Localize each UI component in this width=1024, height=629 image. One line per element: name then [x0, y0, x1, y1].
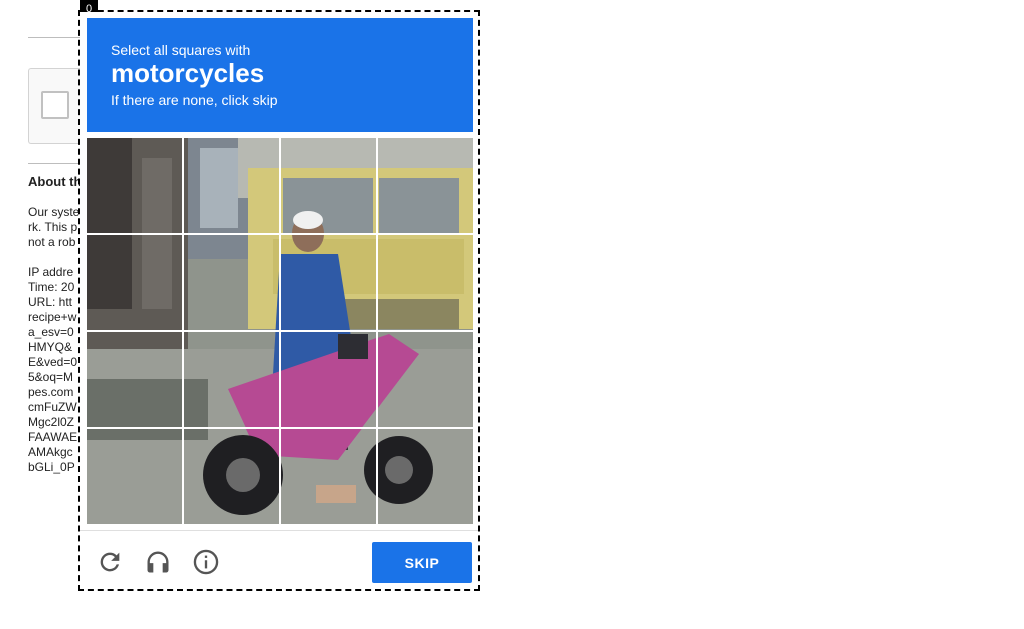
instruction-text: Select all squares with [111, 42, 251, 58]
headphones-icon[interactable] [144, 548, 172, 576]
background-text-line: a_esv=0 [28, 325, 74, 339]
background-text-line: not a rob [28, 235, 76, 249]
grid-tile[interactable] [184, 429, 279, 524]
background-text-line: Time: 20 [28, 280, 75, 294]
grid-tile[interactable] [281, 429, 376, 524]
target-object: motorcycles [111, 58, 265, 88]
background-text-line: FAAWAE [28, 430, 78, 444]
recaptcha-checkbox[interactable] [41, 91, 69, 119]
about-heading: About th [28, 174, 82, 189]
background-text-line: AMAkgc [28, 445, 73, 459]
grid-tile[interactable] [378, 138, 473, 233]
grid-tile[interactable] [378, 429, 473, 524]
captcha-challenge: Select all squares with motorcycles If t… [80, 12, 478, 589]
image-grid [87, 138, 473, 524]
background-text-line: IP addre [28, 265, 74, 279]
grid-tile[interactable] [87, 332, 182, 427]
info-icon[interactable] [192, 548, 220, 576]
grid-tile[interactable] [378, 235, 473, 330]
background-text-line: Our syste [28, 205, 80, 219]
grid-tile[interactable] [184, 332, 279, 427]
skip-button[interactable]: SKIP [372, 542, 472, 583]
background-text-line: cmFuZW [28, 400, 77, 414]
grid-tile[interactable] [378, 332, 473, 427]
grid-tile[interactable] [87, 138, 182, 233]
grid-tile[interactable] [281, 332, 376, 427]
background-text-line: 5&oq=M [28, 370, 74, 384]
background-text-line: E&ved=0 [28, 355, 78, 369]
grid-tile[interactable] [281, 235, 376, 330]
background-text-line: pes.com [28, 385, 74, 399]
grid-tile[interactable] [184, 138, 279, 233]
reload-icon[interactable] [96, 548, 124, 576]
background-text-line: rk. This p [28, 220, 78, 234]
background-text-line: bGLi_0P [28, 460, 75, 474]
grid-tile[interactable] [87, 235, 182, 330]
skip-hint: If there are none, click skip [111, 92, 278, 108]
background-text-line: Mgc2l0Z [28, 415, 75, 429]
background-text-line: HMYQ& [28, 340, 73, 354]
grid-tile[interactable] [184, 235, 279, 330]
challenge-header: Select all squares with motorcycles If t… [87, 18, 473, 132]
grid-tile[interactable] [87, 429, 182, 524]
background-text-line: URL: htt [28, 295, 73, 309]
background-text-line: recipe+w [28, 310, 77, 324]
grid-tile[interactable] [281, 138, 376, 233]
footer-divider [80, 530, 478, 531]
